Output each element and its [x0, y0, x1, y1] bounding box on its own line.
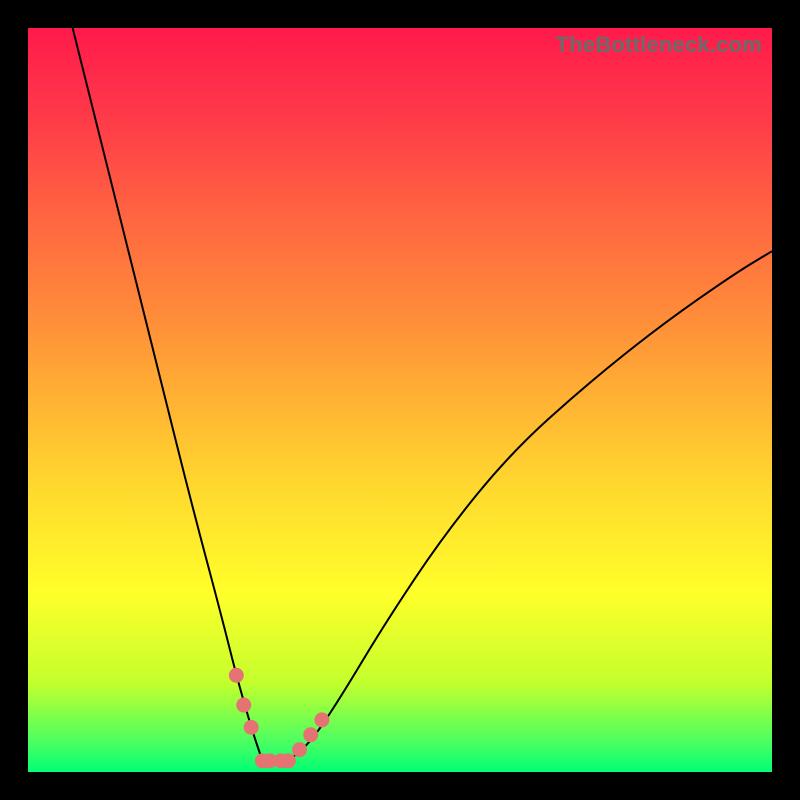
data-marker	[314, 712, 329, 727]
data-marker	[244, 720, 259, 735]
chart-frame: TheBottleneck.com	[0, 0, 800, 800]
data-marker	[281, 753, 296, 768]
data-marker	[236, 698, 251, 713]
right-branch-curve	[288, 251, 772, 761]
plot-area: TheBottleneck.com	[28, 28, 772, 772]
markers-group	[229, 668, 330, 769]
data-marker	[229, 668, 244, 683]
data-marker	[292, 742, 307, 757]
left-branch-curve	[73, 28, 263, 761]
chart-svg	[28, 28, 772, 772]
data-marker	[303, 727, 318, 742]
